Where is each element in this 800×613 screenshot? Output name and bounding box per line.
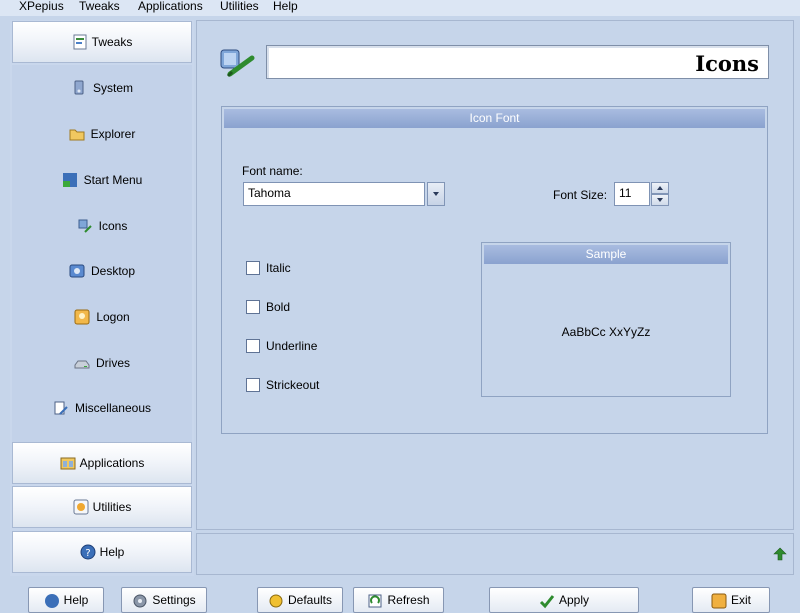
- icon-font-group-title: Icon Font: [224, 109, 765, 128]
- svg-text:?: ?: [85, 548, 90, 559]
- drive-icon: [74, 355, 90, 371]
- bold-label: Bold: [266, 300, 291, 314]
- sidebar-item-label: Logon: [96, 310, 130, 324]
- sidebar: Tweaks System Explorer Start Menu Icons: [10, 20, 194, 576]
- sidebar-item-label: Desktop: [90, 264, 136, 278]
- font-name-dropdown-button[interactable]: [427, 182, 445, 206]
- refresh-button[interactable]: Refresh: [353, 587, 444, 613]
- menu-xpepius[interactable]: XPepius: [19, 0, 64, 13]
- exit-button[interactable]: Exit: [692, 587, 770, 613]
- help-button-label: Help: [63, 593, 89, 607]
- apply-button[interactable]: Apply: [489, 587, 639, 613]
- italic-checkbox[interactable]: [246, 261, 260, 275]
- menu-utilities[interactable]: Utilities: [220, 0, 259, 13]
- sample-text: AaBbCc XxYyZz: [561, 325, 651, 339]
- desktop-icon: [69, 263, 85, 279]
- sidebar-item-miscellaneous[interactable]: Miscellaneous: [12, 397, 192, 419]
- defaults-button[interactable]: Defaults: [257, 587, 343, 613]
- sidebar-header-utilities[interactable]: Utilities: [12, 486, 192, 528]
- refresh-button-label: Refresh: [387, 593, 430, 607]
- exit-button-label: Exit: [730, 593, 751, 607]
- sidebar-item-label: Explorer: [90, 127, 136, 141]
- help-button[interactable]: Help: [28, 587, 104, 613]
- settings-button-label: Settings: [152, 593, 196, 607]
- start-menu-icon: [62, 172, 78, 188]
- sidebar-item-explorer[interactable]: Explorer: [12, 123, 192, 145]
- system-icon: [71, 80, 87, 96]
- sidebar-item-label: Drives: [95, 356, 130, 370]
- sidebar-item-system[interactable]: System: [12, 77, 192, 99]
- strikeout-checkbox[interactable]: [246, 378, 260, 392]
- page-title-box: Icons: [266, 45, 769, 79]
- underline-checkbox[interactable]: [246, 339, 260, 353]
- sidebar-header-tweaks[interactable]: Tweaks: [12, 21, 192, 63]
- italic-label: Italic: [266, 261, 291, 275]
- sidebar-item-label: Miscellaneous: [74, 401, 152, 415]
- defaults-button-label: Defaults: [287, 593, 333, 607]
- sidebar-item-label: System: [92, 81, 133, 95]
- font-size-down-button[interactable]: [651, 194, 669, 206]
- page-title: Icons: [695, 51, 759, 76]
- sidebar-header-applications-label: Applications: [79, 456, 145, 470]
- applications-icon: [60, 455, 76, 471]
- chevron-down-icon: [657, 198, 663, 202]
- menubar: XPepius Tweaks Applications Utilities He…: [0, 0, 800, 16]
- menu-tweaks[interactable]: Tweaks: [79, 0, 120, 13]
- apply-button-label: Apply: [558, 593, 590, 607]
- chevron-down-icon: [433, 192, 439, 196]
- sidebar-item-drives[interactable]: Drives: [12, 352, 192, 374]
- tweaks-icon: [72, 34, 88, 50]
- sidebar-header-tweaks-label: Tweaks: [91, 35, 133, 49]
- defaults-icon: [268, 593, 284, 609]
- logon-icon: [74, 309, 90, 325]
- sidebar-item-label: Icons: [98, 219, 128, 233]
- settings-button[interactable]: Settings: [121, 587, 207, 613]
- sidebar-header-utilities-label: Utilities: [92, 500, 132, 514]
- scroll-up-icon[interactable]: [773, 547, 787, 561]
- menu-applications[interactable]: Applications: [138, 0, 203, 13]
- menu-help[interactable]: Help: [273, 0, 298, 13]
- strikeout-label: Strickeout: [266, 378, 320, 392]
- refresh-icon: [367, 593, 383, 609]
- help-icon: [44, 593, 60, 609]
- icons-icon: [77, 218, 93, 234]
- sidebar-item-desktop[interactable]: Desktop: [12, 260, 192, 282]
- sample-group-title: Sample: [484, 245, 728, 264]
- sidebar-list: System Explorer Start Menu Icons Desktop: [12, 65, 192, 442]
- font-size-up-button[interactable]: [651, 182, 669, 194]
- sidebar-item-label: Start Menu: [83, 173, 143, 187]
- miscellaneous-icon: [53, 400, 69, 416]
- sidebar-item-start-menu[interactable]: Start Menu: [12, 169, 192, 191]
- sidebar-header-help-label: Help: [99, 545, 125, 559]
- exit-icon: [711, 593, 727, 609]
- sidebar-header-help[interactable]: ? Help: [12, 531, 192, 573]
- chevron-up-icon: [657, 186, 663, 190]
- bold-checkbox[interactable]: [246, 300, 260, 314]
- font-size-input[interactable]: 11: [614, 182, 650, 206]
- page-icons-icon: [218, 46, 258, 82]
- folder-icon: [69, 126, 85, 142]
- font-name-label: Font name:: [242, 164, 303, 178]
- sidebar-item-icons[interactable]: Icons: [12, 215, 192, 237]
- checkmark-icon: [539, 593, 555, 609]
- font-name-combo[interactable]: Tahoma: [243, 182, 425, 206]
- info-panel: [196, 533, 794, 575]
- sample-group: Sample AaBbCc XxYyZz: [481, 242, 731, 397]
- underline-label: Underline: [266, 339, 318, 353]
- gear-icon: [132, 593, 148, 609]
- sidebar-item-logon[interactable]: Logon: [12, 306, 192, 328]
- font-size-label: Font Size:: [553, 188, 608, 202]
- help-icon: ?: [80, 544, 96, 560]
- sidebar-header-applications[interactable]: Applications: [12, 442, 192, 484]
- utilities-icon: [73, 499, 89, 515]
